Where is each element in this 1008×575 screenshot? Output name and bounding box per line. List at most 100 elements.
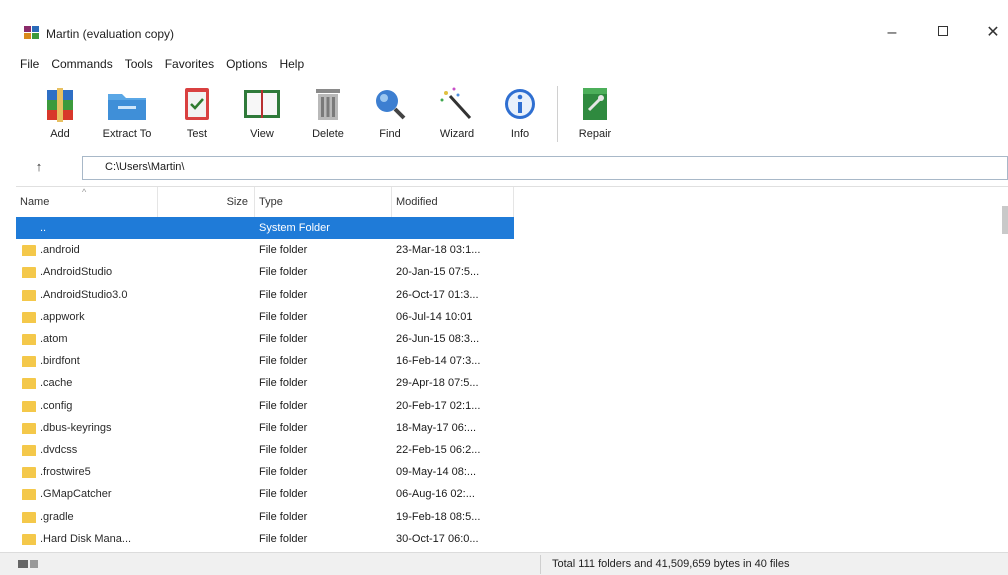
table-row[interactable]: .appwork File folder 06-Jul-14 10:01: [16, 306, 514, 328]
minimize-button[interactable]: –: [880, 22, 904, 44]
magic-wand-icon: [434, 84, 480, 124]
add-archive-icon: [37, 84, 83, 124]
file-name-cell: .AndroidStudio3.0: [16, 289, 158, 301]
test-clipboard-icon: [174, 84, 220, 124]
menu-file[interactable]: File: [14, 54, 45, 74]
file-type: File folder: [259, 421, 308, 434]
file-modified: 29-Apr-18 07:5...: [396, 377, 479, 390]
file-modified: 26-Oct-17 01:3...: [396, 288, 479, 301]
view-button[interactable]: View: [232, 82, 292, 148]
folder-icon: [22, 422, 36, 434]
file-type: File folder: [259, 399, 308, 412]
address-field[interactable]: C:\Users\Martin\: [82, 156, 1008, 180]
file-name: .GMapCatcher: [40, 488, 112, 501]
table-row[interactable]: .GMapCatcher File folder 06-Aug-16 02:...: [16, 483, 514, 505]
delete-label: Delete: [312, 128, 344, 140]
column-modified-header[interactable]: Modified: [392, 187, 514, 217]
vertical-scrollbar-thumb[interactable]: [1002, 206, 1008, 234]
file-name-cell: .config: [16, 400, 158, 412]
repair-label: Repair: [578, 128, 612, 140]
menu-help[interactable]: Help: [273, 54, 310, 74]
file-name: .config: [40, 399, 73, 412]
column-name-header[interactable]: Name ^: [16, 187, 158, 217]
extract-to-button[interactable]: Extract To: [97, 82, 157, 148]
maximize-icon: [938, 26, 948, 37]
up-folder-button[interactable]: ↑: [30, 158, 48, 176]
file-name: ..: [40, 222, 47, 235]
file-type: File folder: [259, 488, 308, 501]
folder-icon: [22, 311, 36, 323]
repair-button[interactable]: Repair: [565, 82, 625, 148]
menu-commands[interactable]: Commands: [45, 54, 118, 74]
file-name-cell: .Hard Disk Mana...: [16, 533, 158, 545]
file-type: File folder: [259, 510, 308, 523]
file-name: .AndroidStudio3.0: [40, 288, 128, 301]
info-button[interactable]: Info: [490, 82, 550, 148]
file-modified: 23-Mar-18 03:1...: [396, 244, 481, 257]
folder-icon: [22, 511, 36, 523]
file-name-cell: .AndroidStudio: [16, 266, 158, 279]
toolbar-separator: [557, 86, 558, 142]
file-modified: 20-Jan-15 07:5...: [396, 266, 480, 279]
file-type: File folder: [259, 333, 308, 346]
close-button[interactable]: ✕: [981, 22, 1005, 44]
table-row[interactable]: .dbus-keyrings File folder 18-May-17 06:..…: [16, 417, 514, 439]
table-row[interactable]: .Hard Disk Mana... File folder 30-Oct-17 0…: [16, 528, 514, 548]
file-name: .AndroidStudio: [40, 266, 113, 279]
column-type-header[interactable]: Type: [255, 187, 392, 217]
file-name-cell: .dbus-keyrings: [16, 422, 158, 434]
file-name: .appwork: [40, 310, 85, 323]
status-summary: Total 111 folders and 41,509,659 bytes i…: [552, 558, 790, 570]
table-row[interactable]: .atom File folder 26-Jun-15 08:3...: [16, 328, 514, 350]
repair-kit-icon: [572, 84, 618, 124]
file-name: .dbus-keyrings: [40, 421, 112, 434]
magnifier-icon: [367, 84, 413, 124]
file-list: Name ^ Size Type Modified .. System Folde…: [16, 186, 1008, 548]
delete-button[interactable]: Delete: [298, 82, 358, 148]
folder-icon: [22, 378, 36, 390]
table-row[interactable]: .frostwire5 File folder 09-May-14 08:...: [16, 461, 514, 483]
file-type: File folder: [259, 443, 308, 456]
table-row[interactable]: .AndroidStudio3.0 File folder 26-Oct-17 01…: [16, 284, 514, 306]
find-button[interactable]: Find: [360, 82, 420, 148]
find-label: Find: [379, 128, 401, 140]
folder-icon: [22, 356, 36, 368]
test-button[interactable]: Test: [167, 82, 227, 148]
file-name-cell: .dvdcss: [16, 444, 158, 456]
extract-folder-icon: [104, 84, 150, 124]
file-name: .birdfont: [40, 355, 80, 368]
file-type: File folder: [259, 266, 308, 279]
add-button[interactable]: Add: [30, 82, 90, 148]
folder-icon: [22, 489, 36, 501]
file-modified: 19-Feb-18 08:5...: [396, 510, 481, 523]
column-size-header[interactable]: Size: [158, 187, 255, 217]
winrar-logo-icon: [24, 26, 40, 40]
file-name: .dvdcss: [40, 443, 78, 456]
table-row[interactable]: .AndroidStudio File folder 20-Jan-15 07:5.…: [16, 261, 514, 283]
file-name-cell: .android: [16, 244, 158, 257]
table-row[interactable]: .android File folder 23-Mar-18 03:1...: [16, 239, 514, 261]
table-row[interactable]: .birdfont File folder 16-Feb-14 07:3...: [16, 350, 514, 372]
add-label: Add: [50, 128, 70, 140]
address-bar: ↑ C:\Users\Martin\: [0, 155, 1008, 181]
table-row[interactable]: .dvdcss File folder 22-Feb-15 06:2...: [16, 439, 514, 461]
view-label: View: [250, 128, 274, 140]
table-row[interactable]: .. System Folder: [16, 217, 514, 240]
drive-status-icon: [18, 560, 40, 569]
folder-icon: [22, 289, 36, 301]
column-header: Name ^ Size Type Modified: [16, 187, 514, 217]
table-row[interactable]: .gradle File folder 19-Feb-18 08:5...: [16, 505, 514, 527]
menu-favorites[interactable]: Favorites: [159, 54, 220, 74]
toolbar: Add Extract To Test View Delete Find Wiz…: [0, 78, 1008, 150]
file-name-cell: .GMapCatcher: [16, 488, 158, 501]
menu-tools[interactable]: Tools: [119, 54, 159, 74]
file-name-cell: .gradle: [16, 511, 158, 523]
wizard-button[interactable]: Wizard: [427, 82, 487, 148]
info-label: Info: [510, 128, 530, 140]
maximize-button[interactable]: [931, 22, 955, 44]
file-name-cell: ..: [16, 222, 158, 234]
menu-options[interactable]: Options: [220, 54, 273, 74]
table-row[interactable]: .config File folder 20-Feb-17 02:1...: [16, 395, 514, 417]
table-row[interactable]: .cache File folder 29-Apr-18 07:5...: [16, 372, 514, 394]
file-name-cell: .atom: [16, 333, 158, 346]
